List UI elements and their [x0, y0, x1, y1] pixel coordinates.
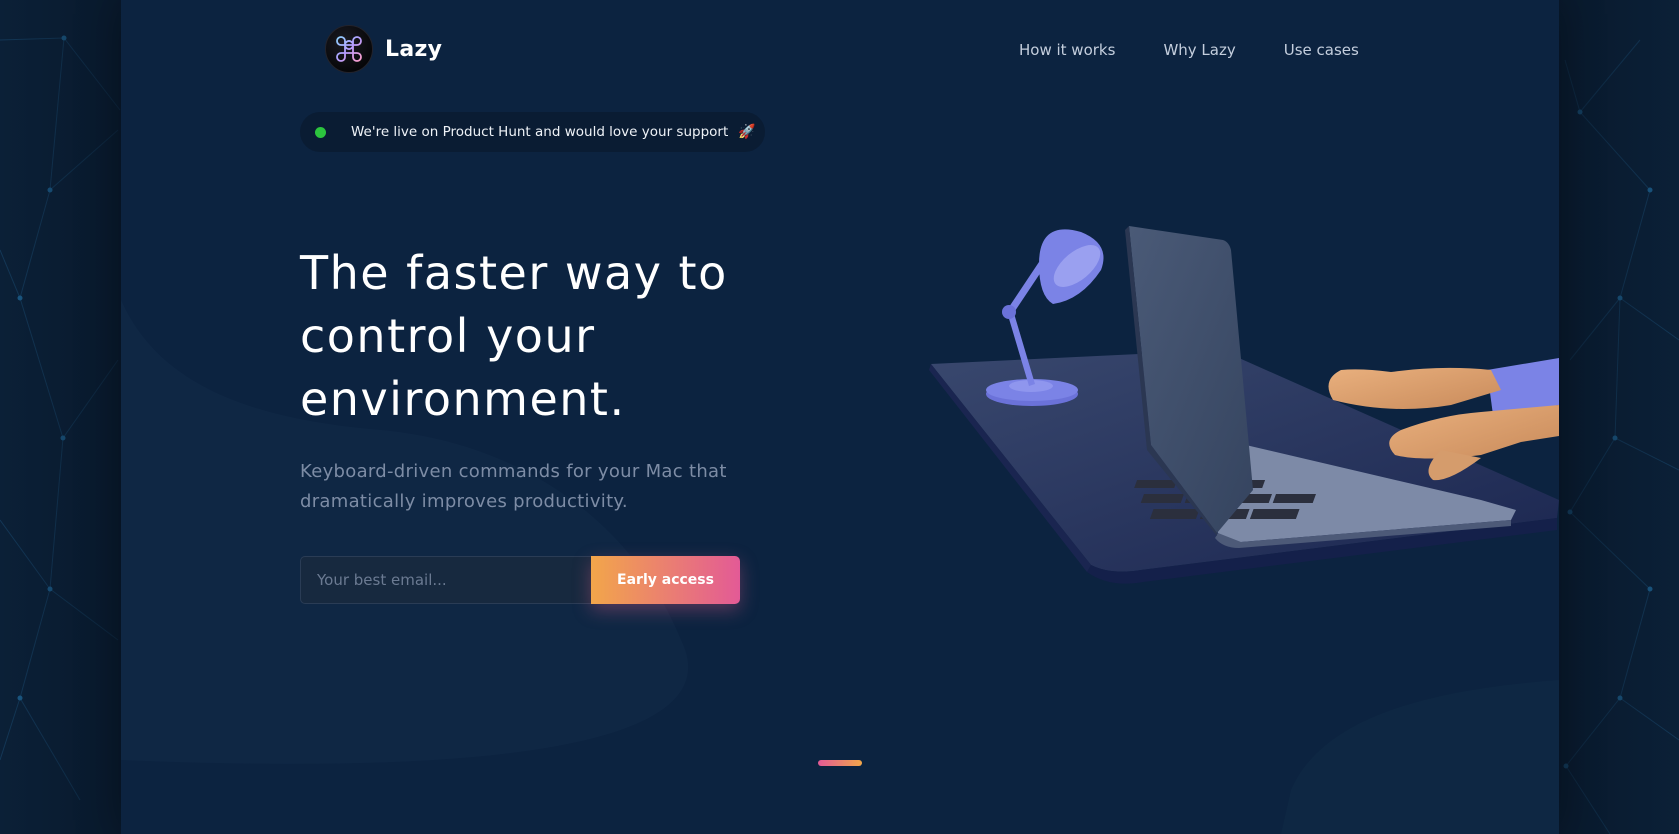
nav-why-lazy[interactable]: Why Lazy — [1163, 41, 1235, 59]
left-edge-shade — [0, 0, 121, 834]
announcement-text: We're live on Product Hunt and would lov… — [351, 124, 729, 140]
top-navigation: How it works Why Lazy Use cases — [1019, 41, 1407, 59]
brand-name: Lazy — [385, 36, 443, 62]
laptop-illustration — [929, 226, 1559, 584]
live-status-dot — [315, 126, 326, 138]
brand-logo[interactable]: Lazy — [325, 25, 442, 73]
early-access-button[interactable]: Early access — [591, 556, 740, 604]
rocket-icon: 🚀 — [738, 124, 756, 140]
nav-use-cases[interactable]: Use cases — [1284, 41, 1359, 59]
product-hunt-banner[interactable]: We're live on Product Hunt and would lov… — [300, 112, 765, 152]
carousel-indicator[interactable] — [818, 760, 862, 766]
nav-how-it-works[interactable]: How it works — [1019, 41, 1115, 59]
email-input[interactable] — [300, 556, 591, 604]
command-icon — [325, 25, 373, 73]
right-edge-shade — [1559, 0, 1679, 834]
hero-title: The faster way to control your environme… — [300, 246, 728, 426]
landing-panel: Lazy How it works Why Lazy Use cases We'… — [121, 0, 1559, 834]
hero-subtitle: Keyboard-driven commands for your Mac th… — [300, 461, 727, 512]
signup-form: Early access — [300, 556, 740, 604]
